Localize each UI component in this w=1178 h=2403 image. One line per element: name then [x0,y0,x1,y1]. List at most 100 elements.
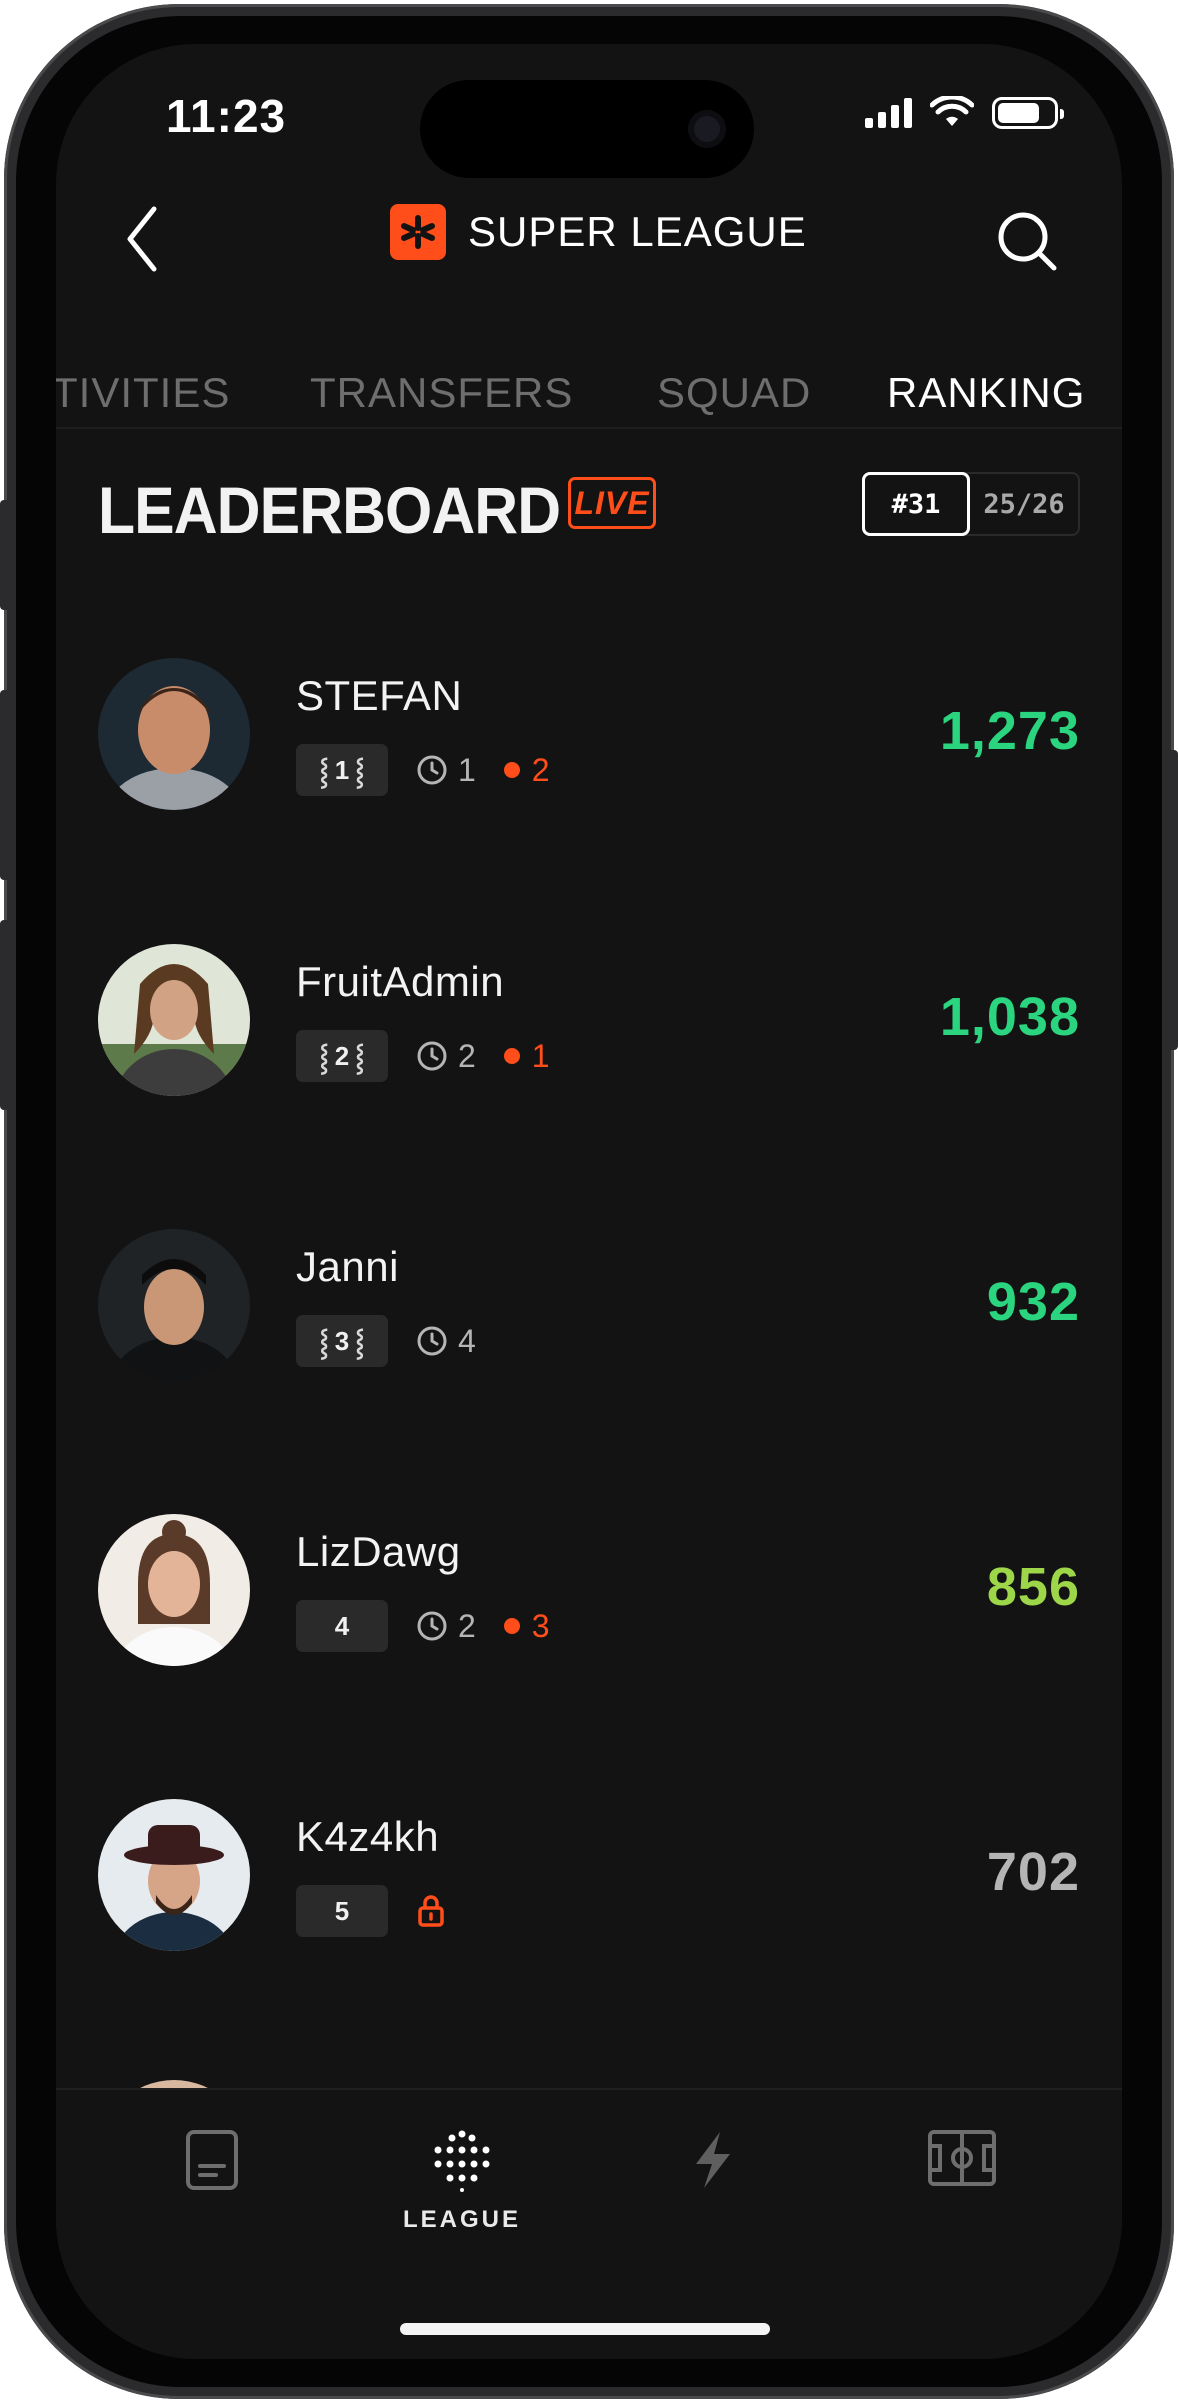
live-dot-icon [503,762,520,778]
leaderboard-row[interactable]: FruitAdmin ⸾ 2 ⸾ 2 1 1,038 [98,944,1080,1104]
mute-switch [0,500,10,610]
player-name: Janni [296,1243,399,1290]
league-dots-icon [434,2130,490,2192]
rank-badge: 5 [296,1885,388,1937]
avatar [98,1514,250,1666]
nav-item-documents[interactable] [152,2128,272,2192]
nav-item-league[interactable]: LEAGUE [402,2128,522,2234]
leaderboard-row[interactable]: LizDawg 4 2 3 856 [98,1514,1080,1674]
section-tabs: TIVITIES TRANSFERS SQUAD RANKING [56,349,1122,429]
page-title: SUPER LEAGUE [468,208,807,255]
clock-icon [417,1041,447,1071]
leaderboard-row[interactable]: STEFAN ⸾ 1 ⸾ 1 2 1,273 [98,658,1080,818]
pitch-icon [928,2130,996,2186]
league-title: SUPER LEAGUE [390,204,807,260]
player-name: STEFAN [296,672,463,719]
player-score: 702 [986,1842,1080,1902]
volume-down-button [0,920,10,1110]
pending-count: 1 [416,752,476,789]
live-count: 1 [503,1037,550,1075]
dynamic-island [420,80,754,178]
clock-icon [417,755,447,785]
player-score: 856 [986,1557,1080,1617]
player-name: LizDawg [296,1528,461,1575]
live-count-value: 3 [531,1607,550,1644]
live-dot-icon [503,1048,520,1064]
pending-count: 4 [416,1323,476,1360]
clock-icon [417,1611,447,1641]
pending-count: 2 [416,1038,476,1075]
wifi-icon [930,96,974,126]
status-icons [865,96,1064,130]
player-meta: 4 2 3 [296,1600,550,1652]
pending-count: 2 [416,1608,476,1645]
chevron-left-icon [127,206,157,272]
player-name: K4z4kh [296,1813,440,1860]
league-logo-icon [390,204,446,260]
nav-item-activity[interactable] [652,2128,772,2192]
player-meta: ⸾ 3 ⸾ 4 [296,1315,476,1367]
lock-icon [418,1895,444,1927]
rank-number: 1 [334,754,350,785]
rank-number: 2 [334,1040,350,1071]
clock-count: 4 [458,1322,476,1359]
avatar [98,944,250,1096]
avatar [98,1229,250,1381]
battery-icon [992,97,1064,129]
player-score: 1,273 [939,701,1080,761]
volume-up-button [0,690,10,880]
lightning-icon [696,2132,730,2188]
leaderboard-segment-control: #31 25/26 [862,472,1080,536]
rank-badge: ⸾ 1 ⸾ [296,744,388,796]
laurel-icon: ⸾ [319,756,329,786]
leaderboard-title: LEADERBOARD [98,473,561,547]
search-icon [998,212,1057,271]
rank-badge: ⸾ 2 ⸾ [296,1030,388,1082]
live-count-value: 1 [531,1037,550,1074]
player-meta: ⸾ 1 ⸾ 1 2 [296,744,550,796]
clock-count: 1 [458,751,476,788]
nav-label-league: LEAGUE [402,2206,521,2233]
tab-transfers[interactable]: TRANSFERS [310,369,573,417]
cellular-signal-icon [865,98,912,128]
search-button[interactable] [992,206,1062,276]
tab-ranking[interactable]: RANKING [887,369,1085,417]
laurel-icon: ⸾ [355,1042,365,1072]
live-count: 3 [503,1607,550,1645]
clock-count: 2 [458,1607,476,1644]
clock-icon [417,1326,447,1356]
live-count-value: 2 [531,751,550,788]
segment-season[interactable]: 25/26 [970,474,1078,534]
rank-badge: 4 [296,1600,388,1652]
player-meta: ⸾ 2 ⸾ 2 1 [296,1030,550,1082]
live-count: 2 [503,751,550,789]
player-score: 932 [986,1272,1080,1332]
app-screen: 11:23 SUPER LEAGUE TIVITIES TRANSFERS SQ… [56,44,1122,2359]
document-icon [186,2130,238,2190]
laurel-icon: ⸾ [355,756,365,786]
player-score: 1,038 [939,987,1080,1047]
bottom-navigation: LEAGUE [56,2088,1122,2359]
power-button [1168,750,1178,1050]
tab-squad[interactable]: SQUAD [657,369,811,417]
live-dot-icon [503,1618,520,1634]
player-meta: 5 [296,1885,446,1937]
nav-item-pitch[interactable] [902,2128,1022,2188]
live-badge: LIVE [568,477,656,529]
leaderboard-row[interactable]: Janni ⸾ 3 ⸾ 4 932 [98,1229,1080,1389]
rank-number: 3 [334,1325,350,1356]
status-time: 11:23 [166,90,287,142]
clock-count: 2 [458,1037,476,1074]
rank-number: 5 [334,1895,350,1926]
home-indicator[interactable] [400,2323,770,2335]
avatar [98,1799,250,1951]
player-name: FruitAdmin [296,958,505,1005]
front-camera [688,110,726,148]
back-button[interactable] [116,199,166,279]
laurel-icon: ⸾ [319,1042,329,1072]
avatar [98,658,250,810]
rank-number: 4 [334,1610,350,1641]
tab-activities[interactable]: TIVITIES [56,369,230,417]
segment-rank[interactable]: #31 [862,472,970,536]
leaderboard-row[interactable]: K4z4kh 5 702 [98,1799,1080,1959]
